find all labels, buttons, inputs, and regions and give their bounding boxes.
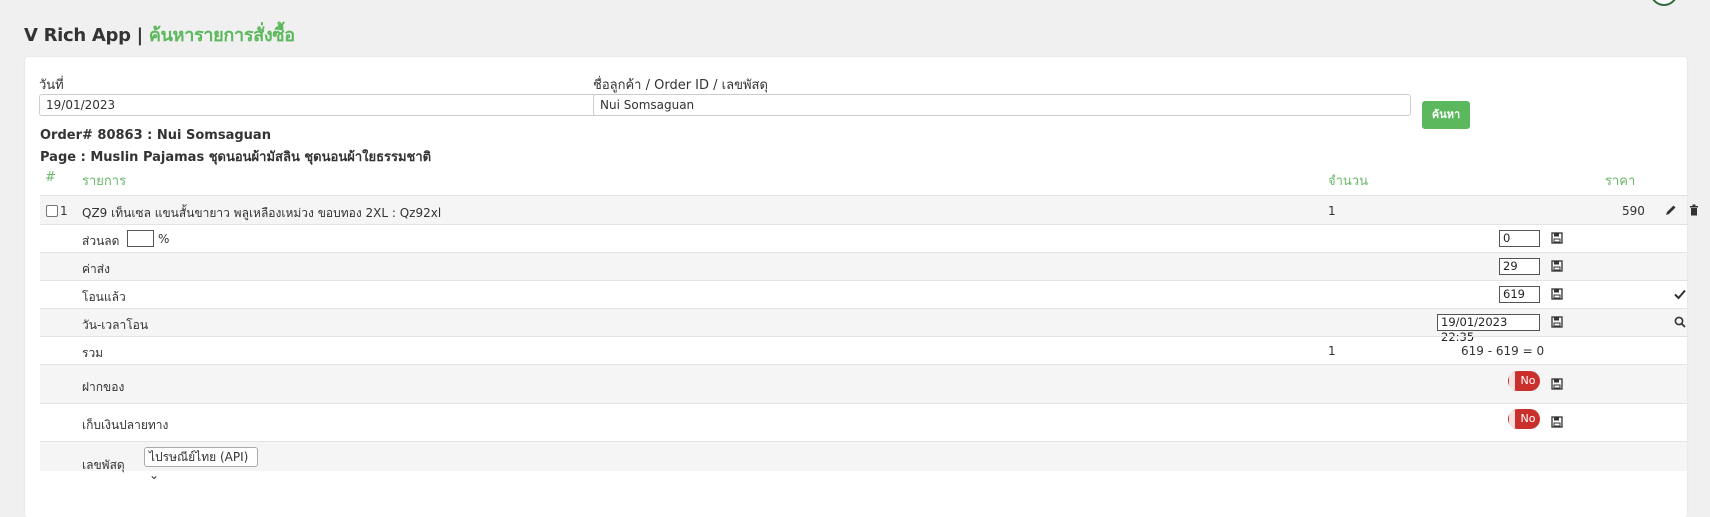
app-name: V Rich App | xyxy=(24,25,143,46)
shipping-row: ค่าส่ง 29 xyxy=(40,252,1687,280)
total-text: 619 - 619 = 0 xyxy=(1461,344,1545,358)
transfer-time-input[interactable]: 19/01/2023 22:35 xyxy=(1437,314,1540,344)
transfer-time-row: วัน-เวลาโอน 19/01/2023 22:35 xyxy=(40,308,1687,344)
edit-icon[interactable] xyxy=(1665,204,1677,216)
chevron-down-icon: ⌄ xyxy=(149,468,160,482)
deposit-label: ฝากของ xyxy=(82,380,125,394)
save-icon[interactable] xyxy=(1551,378,1563,390)
discount-label: ส่วนลด xyxy=(82,234,120,248)
paid-input[interactable]: 619 xyxy=(1499,286,1540,303)
avatar[interactable] xyxy=(1650,0,1678,6)
item-checkbox[interactable] xyxy=(46,205,58,217)
tracking-row: เลขพัสดุ ไปรษณีย์ไทย (API) ⌄ xyxy=(40,441,1687,482)
discount-percent-input[interactable] xyxy=(127,230,154,247)
item-price: 590 xyxy=(1622,204,1645,218)
deposit-row: ฝากของ No xyxy=(40,364,1687,403)
paid-row: โอนแล้ว 619 xyxy=(40,280,1687,308)
item-index: 1 xyxy=(60,204,68,218)
total-label: รวม xyxy=(82,346,104,360)
paid-label: โอนแล้ว xyxy=(82,290,126,304)
save-icon[interactable] xyxy=(1551,232,1563,244)
tracking-label: เลขพัสดุ xyxy=(82,458,125,472)
table-row: 1 QZ9 เท็นเซล แขนสั้นขายาว พลูเหลืองเหม่… xyxy=(40,195,1698,224)
search-icon[interactable] xyxy=(1674,316,1686,328)
order-page: Page : Muslin Pajamas ชุดนอนผ้ามัสลิน ชุ… xyxy=(40,150,432,165)
shipping-input[interactable]: 29 xyxy=(1499,258,1540,275)
shipping-label: ค่าส่ง xyxy=(82,262,110,276)
save-icon[interactable] xyxy=(1551,260,1563,272)
save-icon[interactable] xyxy=(1551,288,1563,300)
header-qty: จำนวน xyxy=(1328,174,1368,189)
cod-toggle-label: No xyxy=(1520,412,1536,425)
carrier-select-value: ไปรษณีย์ไทย (API) xyxy=(149,450,249,464)
trash-icon[interactable] xyxy=(1688,204,1700,216)
header-index: # xyxy=(45,170,56,185)
date-label: วันที่ xyxy=(39,78,64,93)
page-heading: V Rich App | ค้นหารายการสั่งซื้อ xyxy=(24,20,295,49)
query-input[interactable]: Nui Somsaguan xyxy=(593,94,1411,116)
deposit-toggle[interactable]: No xyxy=(1508,371,1540,391)
date-input[interactable]: 19/01/2023 xyxy=(39,94,607,116)
discount-row: ส่วนลด % 0 xyxy=(40,224,1687,252)
search-button[interactable]: ค้นหา xyxy=(1422,101,1470,129)
discount-input[interactable]: 0 xyxy=(1499,230,1540,247)
transfer-time-label: วัน-เวลาโอน xyxy=(82,318,149,332)
carrier-select[interactable]: ไปรษณีย์ไทย (API) ⌄ xyxy=(144,447,258,482)
save-icon[interactable] xyxy=(1551,416,1563,428)
total-row: รวม 1 619 - 619 = 0 xyxy=(40,336,1687,364)
total-qty: 1 xyxy=(1328,344,1336,358)
header-price: ราคา xyxy=(1605,174,1636,189)
save-icon[interactable] xyxy=(1551,316,1563,328)
check-icon[interactable] xyxy=(1674,288,1686,300)
percent-sign: % xyxy=(158,232,170,246)
cod-row: เก็บเงินปลายทาง No xyxy=(40,403,1687,441)
page-title: ค้นหารายการสั่งซื้อ xyxy=(148,25,295,46)
header-item: รายการ xyxy=(82,174,127,189)
cod-toggle[interactable]: No xyxy=(1508,409,1540,429)
order-title: Order# 80863 : Nui Somsaguan xyxy=(40,128,271,143)
search-card: วันที่ 19/01/2023 ชื่อลูกค้า / Order ID … xyxy=(25,57,1698,517)
item-name: QZ9 เท็นเซล แขนสั้นขายาว พลูเหลืองเหม่วง… xyxy=(82,206,442,220)
deposit-toggle-label: No xyxy=(1520,374,1536,387)
item-qty: 1 xyxy=(1328,204,1336,218)
query-label: ชื่อลูกค้า / Order ID / เลขพัสดุ xyxy=(593,78,768,93)
cod-label: เก็บเงินปลายทาง xyxy=(82,418,169,432)
